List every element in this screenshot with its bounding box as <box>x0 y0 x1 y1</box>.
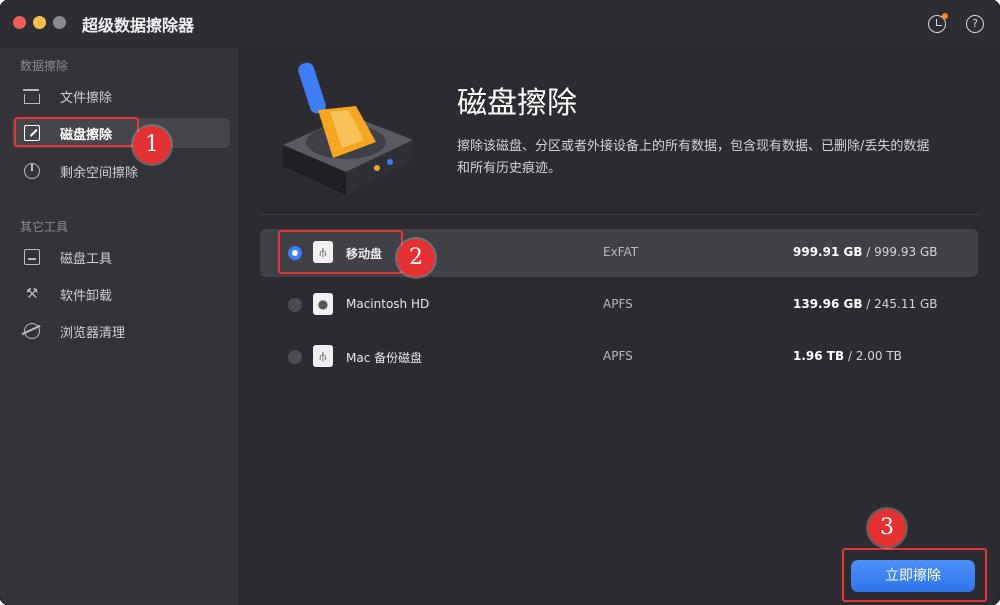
disk-filesystem: APFS <box>603 297 633 311</box>
disk-filesystem: APFS <box>603 349 633 363</box>
disk-name: Macintosh HD <box>346 297 430 311</box>
history-icon[interactable] <box>928 13 948 33</box>
page-description: 擦除该磁盘、分区或者外接设备上的所有数据，包含现有数据、已删除/丢失的数据和所有… <box>457 139 930 176</box>
annotation-highlight-2 <box>278 230 403 274</box>
minimize-window-button[interactable] <box>33 16 46 29</box>
capacity-separator: / <box>844 349 856 363</box>
sidebar-item-label: 软件卸载 <box>60 289 113 304</box>
disk-used: 139.96 GB <box>793 297 863 311</box>
sidebar-item-disk-tool[interactable]: 磁盘工具 <box>12 242 230 272</box>
sidebar-item-label: 文件擦除 <box>60 91 113 106</box>
annotation-badge-1: 1 <box>133 126 171 164</box>
disk-total: 245.11 GB <box>874 297 938 311</box>
sidebar-item-browser-clean[interactable]: 浏览器清理 <box>12 316 230 346</box>
zoom-window-button[interactable] <box>53 16 66 29</box>
annotation-highlight-3 <box>842 548 987 602</box>
browser-icon <box>24 323 40 339</box>
annotation-badge-3: 3 <box>868 509 906 547</box>
uninstall-icon: ⚒ <box>25 286 39 302</box>
disk-row[interactable]: ● Macintosh HD APFS 139.96 GB / 245.11 G… <box>260 281 978 329</box>
disk-capacity: 139.96 GB / 245.11 GB <box>793 297 938 311</box>
title-bar: 超级数据擦除器 ? <box>0 0 1000 48</box>
section-label-other-tools: 其它工具 <box>20 220 69 234</box>
annotation-badge-2: 2 <box>397 239 435 277</box>
disk-tool-icon <box>24 249 40 265</box>
sidebar-item-label: 剩余空间擦除 <box>60 166 139 181</box>
disk-name: Mac 备份磁盘 <box>346 351 423 365</box>
capacity-separator: / <box>862 297 875 311</box>
disk-used: 999.91 GB <box>793 245 863 259</box>
disk-total: 999.93 GB <box>874 245 938 259</box>
close-window-button[interactable] <box>13 16 26 29</box>
divider <box>260 214 980 215</box>
capacity-separator: / <box>862 245 875 259</box>
disk-capacity: 999.91 GB / 999.93 GB <box>793 245 938 259</box>
sidebar-item-free-space-erase[interactable]: 剩余空间擦除 <box>12 156 230 186</box>
notification-dot <box>942 13 948 19</box>
disk-broom-illustration <box>283 62 413 195</box>
page-title: 磁盘擦除 <box>457 86 577 121</box>
sidebar-item-label: 浏览器清理 <box>60 326 126 341</box>
usb-drive-icon: ⫛ <box>313 345 333 367</box>
annotation-highlight-1 <box>14 117 139 147</box>
sidebar-item-label: 磁盘工具 <box>60 252 113 267</box>
radio-unselected[interactable] <box>288 298 302 312</box>
disk-used: 1.96 TB <box>793 349 845 363</box>
apple-drive-icon: ● <box>313 293 333 315</box>
disk-row[interactable]: ⫛ Mac 备份磁盘 APFS 1.96 TB / 2.00 TB <box>260 333 978 381</box>
app-window: 超级数据擦除器 ? 数据擦除 文件擦除 磁盘擦除 剩余空间擦除 其它工具 磁盘工… <box>0 0 1000 605</box>
sidebar-item-file-erase[interactable]: 文件擦除 <box>12 81 230 111</box>
disk-filesystem: ExFAT <box>603 245 639 259</box>
app-title: 超级数据擦除器 <box>82 16 195 35</box>
disk-capacity: 1.96 TB / 2.00 TB <box>793 349 902 363</box>
file-shredder-icon <box>23 89 40 104</box>
sidebar-item-uninstall[interactable]: ⚒ 软件卸载 <box>12 279 230 309</box>
section-label-data-erase: 数据擦除 <box>20 59 69 73</box>
pie-chart-icon <box>24 163 40 179</box>
disk-total: 2.00 TB <box>855 349 902 363</box>
radio-unselected[interactable] <box>288 350 302 364</box>
help-icon[interactable]: ? <box>966 15 984 33</box>
